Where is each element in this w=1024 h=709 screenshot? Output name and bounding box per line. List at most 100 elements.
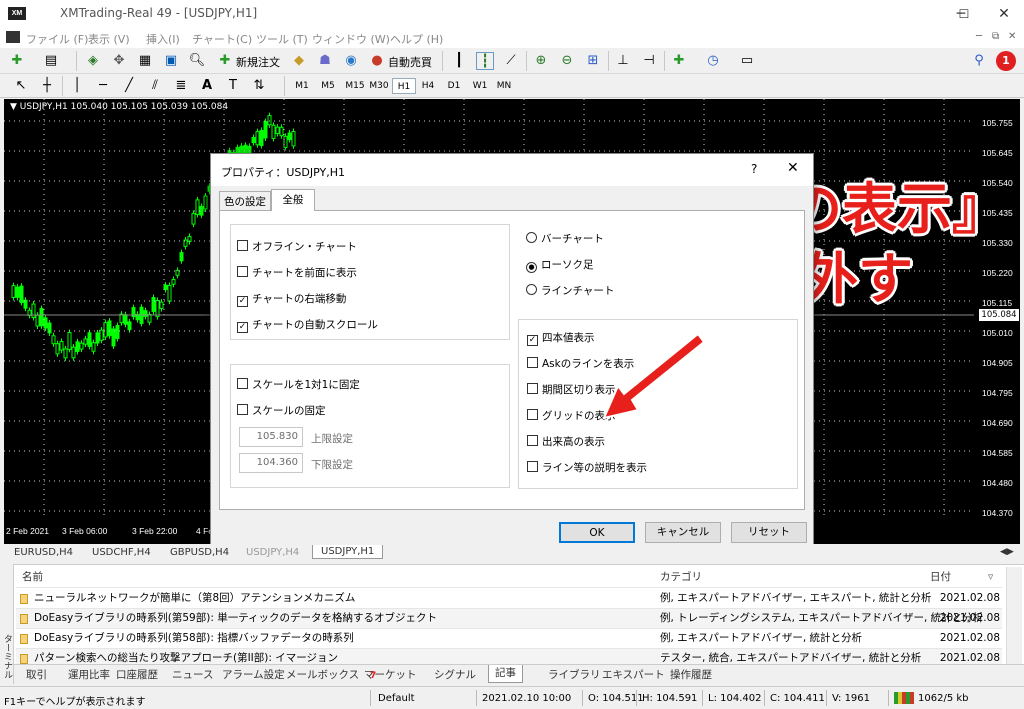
scrollbar[interactable]	[1006, 567, 1022, 665]
checkbox-icon[interactable]	[237, 266, 248, 277]
checkbox-icon[interactable]	[527, 409, 538, 420]
chart-type-radio[interactable]: ● ローソク足	[526, 257, 594, 273]
auto-trading-button[interactable]: 自動売買	[388, 54, 432, 70]
close-window-button[interactable]: ✕	[984, 0, 1024, 28]
vertical-line-icon[interactable]: │	[68, 77, 86, 95]
new-chart-icon[interactable]: ✚	[8, 52, 26, 70]
trend-line-icon[interactable]: ╱	[120, 77, 138, 95]
dialog-close-button[interactable]: ✕	[787, 160, 799, 176]
tf-h1[interactable]: H1	[392, 78, 416, 94]
terminal-tab[interactable]: 口座履歴	[116, 667, 158, 682]
tf-d1[interactable]: D1	[442, 78, 466, 94]
text-label-icon[interactable]: T	[224, 77, 242, 95]
auto-trading-icon[interactable]: ●	[368, 52, 386, 70]
channel-icon[interactable]: ⫽	[146, 77, 164, 95]
scale-checkbox[interactable]: スケールの固定	[237, 403, 326, 419]
display-checkbox[interactable]: ライン等の説明を表示	[527, 460, 647, 476]
tab-scroll-icon[interactable]: ◀▶	[1000, 547, 1014, 557]
chart-tab[interactable]: EURUSD,H4	[14, 547, 73, 558]
navigator-icon[interactable]: ▦	[136, 52, 154, 70]
tile-windows-icon[interactable]: ⊞	[584, 52, 602, 70]
display-checkbox[interactable]: 出来高の表示	[527, 434, 605, 450]
auto-scroll-icon[interactable]: ⊥	[614, 52, 632, 70]
arrows-icon[interactable]: ⇅	[250, 77, 268, 95]
tf-m30[interactable]: M30	[364, 78, 394, 94]
zoom-out-icon[interactable]: ⊖	[558, 52, 576, 70]
tab-general[interactable]: 全般	[271, 189, 315, 211]
option-checkbox[interactable]: ✓ チャートの右端移動	[237, 291, 346, 307]
display-checkbox[interactable]: ✓ 四本値表示	[527, 330, 595, 346]
chart-tab[interactable]: GBPUSD,H4	[170, 547, 229, 558]
table-row[interactable]: ニューラルネットワークが簡単に（第8回）アテンションメカニズム 例, エキスパート…	[16, 589, 1002, 609]
terminal-tab[interactable]: ニュース	[172, 667, 213, 682]
bar-chart-icon[interactable]: ┃	[450, 52, 468, 70]
lower-limit-field[interactable]: 104.360	[239, 453, 303, 473]
column-date[interactable]: 日付	[930, 568, 994, 587]
horizontal-line-icon[interactable]: ─	[94, 77, 112, 95]
tf-m1[interactable]: M1	[290, 78, 314, 94]
radio-icon[interactable]	[526, 284, 537, 295]
help-button[interactable]: ?	[751, 162, 757, 176]
terminal-tab[interactable]: シグナル	[434, 667, 476, 682]
zoom-in-icon[interactable]: ⊕	[532, 52, 550, 70]
terminal-tab[interactable]: エキスパート	[602, 667, 665, 682]
checkbox-icon[interactable]: ✓	[237, 296, 248, 307]
metaeditor-icon[interactable]: ◆	[290, 52, 308, 70]
tf-w1[interactable]: W1	[468, 78, 492, 94]
checkbox-icon[interactable]: ✓	[237, 322, 248, 333]
chart-tab-active[interactable]: USDJPY,H1	[312, 545, 384, 559]
checkbox-icon[interactable]	[527, 435, 538, 446]
line-chart-icon[interactable]: ⟋	[502, 52, 520, 70]
fibonacci-icon[interactable]: ≣	[172, 77, 190, 95]
profiles-icon[interactable]: ▤	[42, 52, 60, 70]
terminal-tab[interactable]: 操作履歴	[670, 667, 712, 682]
option-checkbox[interactable]: オフライン・チャート	[237, 239, 357, 255]
new-order-button[interactable]: 新規注文	[236, 54, 280, 70]
signals-icon[interactable]: ☗	[316, 52, 334, 70]
notifications-badge[interactable]: 1	[996, 51, 1016, 71]
terminal-tab[interactable]: アラーム設定	[222, 667, 285, 682]
cancel-button[interactable]: キャンセル	[645, 522, 721, 543]
menu-window[interactable]: ウィンドウ (W)	[312, 31, 390, 47]
menu-view[interactable]: 表示 (V)	[88, 31, 130, 47]
chart-type-radio[interactable]: ラインチャート	[526, 283, 614, 299]
chart-tab[interactable]: USDCHF,H4	[92, 547, 151, 558]
tf-m5[interactable]: M5	[316, 78, 340, 94]
column-category[interactable]: カテゴリ	[660, 568, 702, 587]
indicators-icon[interactable]: ✚	[670, 52, 688, 70]
data-window-icon[interactable]: ✥	[110, 52, 128, 70]
terminal-tab[interactable]: 運用比率	[68, 667, 110, 682]
checkbox-icon[interactable]	[237, 404, 248, 415]
crosshair-icon[interactable]: ┼	[38, 77, 56, 95]
chart-type-radio[interactable]: バーチャート	[526, 231, 604, 247]
chart-shift-icon[interactable]: ⊣	[640, 52, 658, 70]
ok-button[interactable]: OK	[559, 522, 635, 543]
radio-icon[interactable]	[526, 232, 537, 243]
column-name[interactable]: 名前	[22, 568, 43, 587]
checkbox-icon[interactable]	[237, 378, 248, 389]
scale-checkbox[interactable]: スケールを1対1に固定	[237, 377, 360, 393]
mdi-minimize-icon[interactable]: ─	[976, 31, 982, 42]
candlestick-icon[interactable]: ┇	[476, 52, 494, 70]
tf-mn[interactable]: MN	[492, 78, 516, 94]
mdi-close-icon[interactable]: ✕	[1008, 31, 1016, 42]
tab-colors[interactable]: 色の設定	[219, 191, 271, 210]
maximize-button[interactable]: ☐	[954, 0, 974, 28]
cursor-icon[interactable]: ↖	[12, 77, 30, 95]
terminal-icon[interactable]: ▣	[162, 52, 180, 70]
menu-file[interactable]: ファイル (F)	[26, 31, 88, 47]
new-order-icon[interactable]: ✚	[216, 52, 234, 70]
checkbox-icon[interactable]: ✓	[527, 335, 538, 346]
text-icon[interactable]: A	[198, 77, 216, 95]
checkbox-icon[interactable]	[527, 383, 538, 394]
templates-icon[interactable]: ▭	[738, 52, 756, 70]
terminal-tab[interactable]: メールボックス	[286, 667, 359, 682]
option-checkbox[interactable]: ✓ チャートの自動スクロール	[237, 317, 378, 333]
terminal-tab[interactable]: 記事	[488, 665, 523, 683]
mdi-restore-icon[interactable]: ⧉	[992, 31, 999, 42]
upper-limit-field[interactable]: 105.830	[239, 427, 303, 447]
checkbox-icon[interactable]	[527, 461, 538, 472]
chart-tab[interactable]: USDJPY,H4	[246, 547, 299, 558]
menu-chart[interactable]: チャート(C)	[192, 31, 252, 47]
menu-tools[interactable]: ツール (T)	[256, 31, 308, 47]
